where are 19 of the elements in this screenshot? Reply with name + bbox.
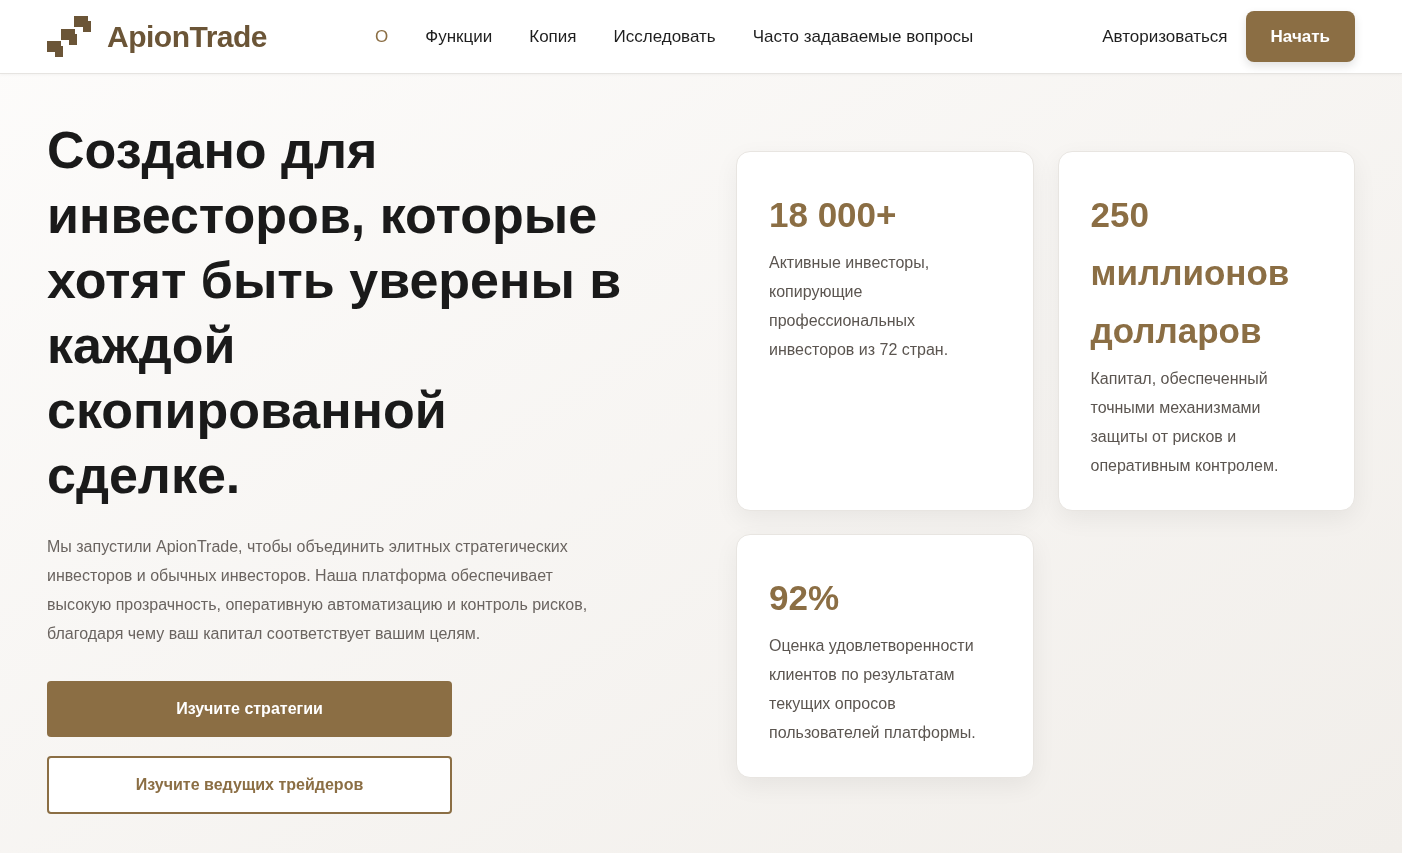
- explore-strategies-button[interactable]: Изучите стратегии: [47, 681, 452, 737]
- stat-caption: Капитал, обеспеченный точными механизмами защиты от рисков и оперативным контролем.: [1090, 369, 1280, 476]
- stat-value: 92%: [769, 577, 841, 619]
- stat-caption: Оценка удовлетворенности клиентов по результатам текущих опросов пользователей платформы.: [769, 636, 977, 743]
- get-started-button[interactable]: Начать: [1245, 11, 1355, 62]
- login-link[interactable]: Авторизоваться: [1102, 23, 1228, 50]
- nav-link[interactable]: О: [375, 23, 389, 50]
- nav-link[interactable]: Часто задаваемые вопросы: [752, 23, 974, 50]
- stat-value: 250 миллионов долларов: [1090, 194, 1291, 352]
- brand-logo-text[interactable]: ApionTrade: [107, 14, 267, 59]
- stat-value: 18 000+: [769, 194, 898, 236]
- nav-link[interactable]: Исследовать: [613, 23, 716, 50]
- nav-link[interactable]: Функции: [425, 23, 493, 50]
- explore-traders-button[interactable]: Изучите ведущих трейдеров: [47, 756, 452, 814]
- hero-heading: Создано для инвесторов, которые хотят быть уверены в каждой скопированной сделке.: [47, 120, 623, 506]
- hero-description: Мы запустили ApionTrade, чтобы объединить элитных стратегических инвесторов и обычных инвесторов. Наша платформа обеспечивает высокую прозрачность, оперативную автоматизацию и контроль рисков, благодаря чему ваш капитал соответствует вашим целям.: [47, 537, 589, 644]
- stairs-logo-icon: [47, 16, 91, 57]
- nav-link[interactable]: Копия: [529, 23, 577, 50]
- stat-caption: Активные инвесторы, копирующие профессиональных инвесторов из 72 стран.: [769, 253, 950, 360]
